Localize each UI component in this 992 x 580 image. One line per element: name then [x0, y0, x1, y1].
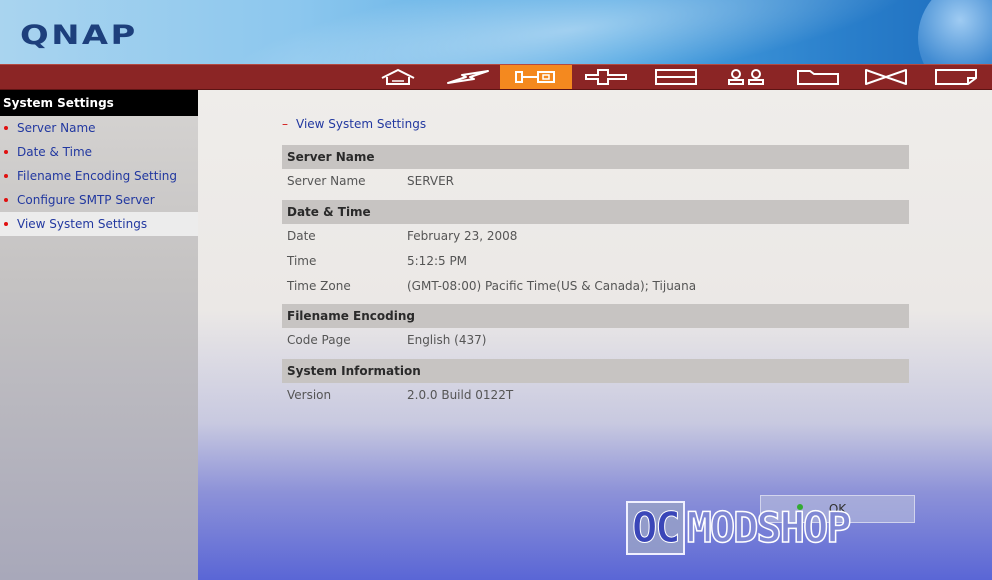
globe-graphic: [918, 0, 992, 64]
row-value: English (437): [407, 333, 487, 347]
row-key: Time Zone: [287, 279, 351, 293]
bullet-icon: [4, 198, 8, 202]
qnap-logo: QNAP: [20, 20, 138, 51]
sidebar-item-filename-encoding[interactable]: Filename Encoding Setting: [0, 164, 198, 188]
row-key: Version: [287, 388, 332, 402]
sidebar-title: System Settings: [0, 90, 198, 116]
watermark-box-text: OC: [626, 501, 685, 555]
sidebar-item-server-name[interactable]: Server Name: [0, 116, 198, 140]
row-value: February 23, 2008: [407, 229, 518, 243]
sidebar-item-view-system-settings[interactable]: View System Settings: [0, 212, 198, 236]
dash-icon: –: [282, 117, 288, 131]
disk-icon: [655, 69, 697, 85]
settings-panel: Server Name Server Name SERVER Date & Ti…: [282, 145, 909, 408]
main-nav-bar: [0, 64, 992, 90]
section-header: System Information: [282, 359, 909, 383]
hourglass-icon: [865, 69, 907, 85]
section-header: Filename Encoding: [282, 304, 909, 328]
breadcrumb: – View System Settings: [282, 117, 426, 131]
sidebar-item-label: Configure SMTP Server: [17, 193, 155, 207]
bullet-icon: [4, 150, 8, 154]
settings-row: Time Zone (GMT-08:00) Pacific Time(US & …: [282, 274, 909, 299]
row-key: Server Name: [287, 174, 366, 188]
watermark-text: MODSHOP: [686, 502, 853, 553]
nav-disk[interactable]: [640, 65, 712, 89]
sidebar-item-label: Filename Encoding Setting: [17, 169, 178, 183]
header-light-streak: [215, 0, 925, 64]
nav-users[interactable]: [712, 65, 784, 89]
row-key: Date: [287, 229, 316, 243]
nav-network[interactable]: [570, 65, 642, 89]
settings-row: Time 5:12:5 PM: [282, 249, 909, 274]
sidebar-item-label: Date & Time: [17, 145, 93, 159]
watermark-logo: OC MODSHOP: [626, 500, 853, 556]
settings-row: Server Name SERVER: [282, 169, 909, 194]
settings-row: Code Page English (437): [282, 328, 909, 353]
users-icon: [728, 69, 764, 85]
nav-system-tools[interactable]: [500, 65, 572, 89]
network-icon: [585, 69, 627, 85]
nav-share-folders[interactable]: [782, 65, 854, 89]
sidebar-item-date-time[interactable]: Date & Time: [0, 140, 198, 164]
nav-home[interactable]: [362, 65, 434, 89]
bullet-icon: [4, 126, 8, 130]
row-key: Code Page: [287, 333, 351, 347]
section-header: Date & Time: [282, 200, 909, 224]
row-key: Time: [287, 254, 317, 268]
bullet-icon: [4, 174, 8, 178]
breadcrumb-label: View System Settings: [296, 117, 427, 131]
nav-quick-config[interactable]: [432, 65, 504, 89]
settings-row: Date February 23, 2008: [282, 224, 909, 249]
sidebar-item-smtp[interactable]: Configure SMTP Server: [0, 188, 198, 212]
nav-logs[interactable]: [920, 65, 992, 89]
bullet-icon: [4, 222, 8, 226]
nav-status[interactable]: [850, 65, 922, 89]
sidebar-item-label: Server Name: [17, 121, 96, 135]
row-value: (GMT-08:00) Pacific Time(US & Canada); T…: [407, 279, 697, 293]
settings-row: Version 2.0.0 Build 0122T: [282, 383, 909, 408]
folder-icon: [797, 70, 839, 85]
bolt-icon: [447, 70, 489, 84]
home-icon: [381, 68, 415, 85]
row-value: SERVER: [407, 174, 455, 188]
row-value: 2.0.0 Build 0122T: [407, 388, 514, 402]
sidebar: System Settings Server Name Date & Time …: [0, 90, 198, 580]
sidebar-item-label: View System Settings: [17, 217, 148, 231]
section-header: Server Name: [282, 145, 909, 169]
header-banner: QNAP: [0, 0, 992, 64]
row-value: 5:12:5 PM: [407, 254, 468, 268]
note-icon: [935, 69, 977, 85]
system-tools-icon: [515, 71, 555, 83]
